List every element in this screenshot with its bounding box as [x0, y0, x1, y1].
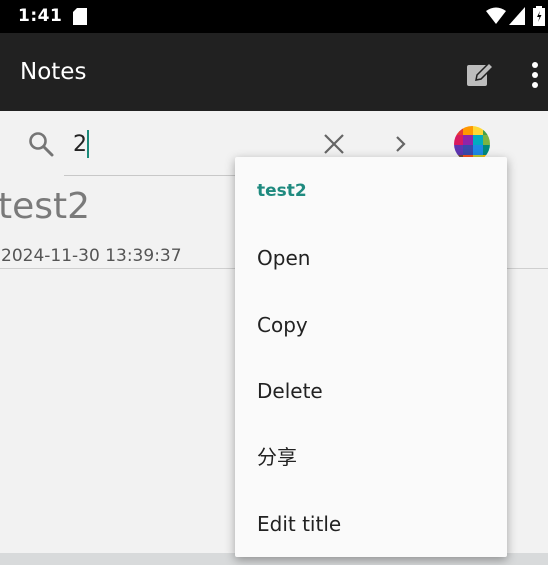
app-screen: 1:41 Notes 2 test2 2024-11-30 13:39:37 t…	[0, 0, 548, 565]
status-bar: 1:41	[0, 0, 548, 33]
note-date: 2024-11-30 13:39:37	[1, 246, 182, 266]
menu-item-label: Open	[257, 246, 311, 270]
edit-icon[interactable]	[464, 60, 495, 90]
menu-item-label: 分享	[257, 445, 297, 469]
wifi-icon	[486, 7, 506, 25]
menu-item-label: Edit title	[257, 512, 342, 536]
app-title: Notes	[20, 59, 87, 85]
clear-icon[interactable]	[323, 133, 345, 155]
note-title: test2	[0, 186, 91, 227]
overflow-menu-icon[interactable]	[530, 61, 540, 89]
menu-item-label: Delete	[257, 379, 323, 403]
menu-item-edit-title[interactable]: Edit title	[235, 494, 507, 554]
context-menu: test2 Open Copy Delete 分享 Edit title	[235, 157, 507, 557]
app-bar: Notes	[0, 33, 548, 111]
search-icon	[27, 130, 55, 158]
next-icon[interactable]	[393, 133, 409, 155]
menu-item-share[interactable]: 分享	[235, 427, 507, 487]
menu-item-open[interactable]: Open	[235, 228, 507, 288]
status-time: 1:41	[18, 6, 63, 26]
context-menu-title: test2	[257, 181, 307, 201]
search-input[interactable]	[73, 129, 303, 159]
sd-card-icon	[73, 8, 87, 25]
menu-item-delete[interactable]: Delete	[235, 361, 507, 421]
search-underline	[64, 175, 254, 176]
menu-item-label: Copy	[257, 313, 308, 337]
menu-item-copy[interactable]: Copy	[235, 295, 507, 355]
signal-icon	[509, 7, 525, 25]
battery-icon	[533, 6, 545, 26]
text-cursor	[87, 130, 89, 158]
